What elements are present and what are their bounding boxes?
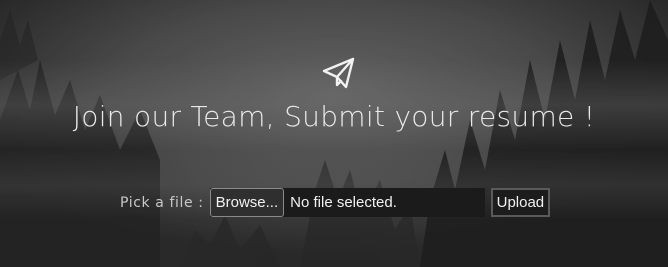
hero-section: Join our Team, Submit your resume ! Pick… [0, 0, 668, 267]
browse-button[interactable]: Browse... [209, 188, 285, 217]
paper-plane-icon [321, 56, 357, 90]
file-status-text: No file selected. [290, 194, 397, 211]
pick-file-label: Pick a file : [120, 194, 204, 211]
upload-form: Pick a file : Browse... No file selected… [120, 188, 551, 217]
resume-upload-page: Join our Team, Submit your resume ! Pick… [0, 0, 668, 267]
page-headline: Join our Team, Submit your resume ! [72, 100, 596, 133]
file-input[interactable]: Browse... No file selected. [209, 188, 485, 217]
upload-button[interactable]: Upload [490, 188, 551, 217]
